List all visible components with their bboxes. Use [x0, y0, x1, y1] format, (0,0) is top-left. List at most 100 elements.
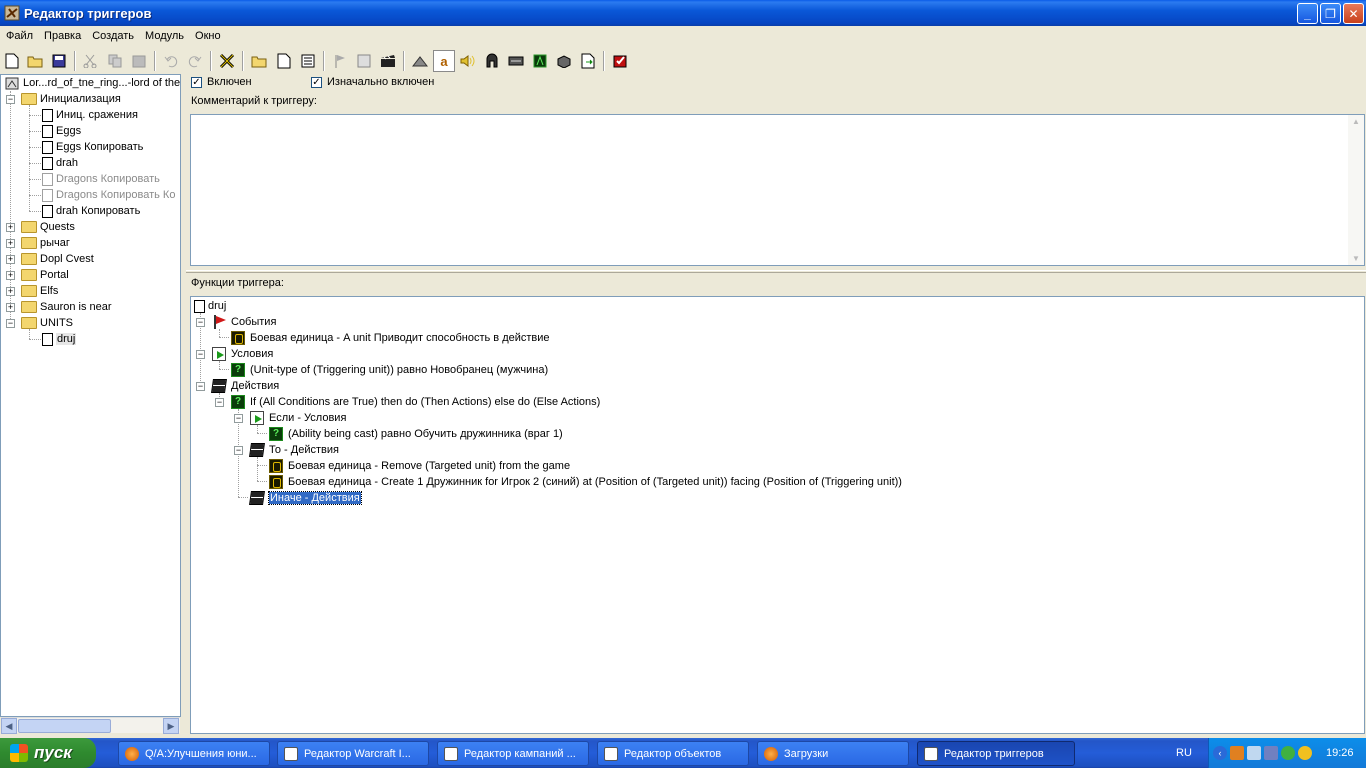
tree-trigger[interactable]: Иниц. сражения: [42, 107, 138, 123]
tree-trigger[interactable]: drah Копировать: [42, 203, 140, 219]
campaign-editor-button[interactable]: [505, 50, 527, 72]
tree-trigger[interactable]: Eggs: [42, 123, 81, 139]
new-action-button[interactable]: [377, 50, 399, 72]
terrain-editor-button[interactable]: [409, 50, 431, 72]
import-manager-button[interactable]: [577, 50, 599, 72]
comment-textarea[interactable]: ▲ ▼: [190, 114, 1365, 266]
tray-messenger-icon[interactable]: [1298, 746, 1312, 760]
collapse-toggle[interactable]: −: [196, 318, 205, 327]
start-button[interactable]: пуск: [0, 738, 96, 768]
menu-file[interactable]: Файл: [0, 30, 38, 42]
collapse-toggle[interactable]: −: [234, 414, 243, 423]
sound-editor-button[interactable]: [457, 50, 479, 72]
expand-toggle[interactable]: +: [6, 271, 15, 280]
tree-root-map[interactable]: Lor...rd_of_tne_ring...-lord of the: [5, 75, 180, 91]
tree-trigger[interactable]: drah: [42, 155, 78, 171]
if-condition-item[interactable]: ? (Ability being cast) равно Обучить друж…: [269, 426, 563, 442]
tree-trigger[interactable]: Eggs Копировать: [42, 139, 143, 155]
tree-folder[interactable]: Elfs: [21, 283, 58, 299]
paste-button[interactable]: [128, 50, 150, 72]
scroll-down-arrow[interactable]: ▼: [1352, 254, 1360, 263]
menu-create[interactable]: Создать: [86, 30, 139, 42]
if-then-else-action[interactable]: ? If (All Conditions are True) then do (T…: [231, 394, 600, 410]
pane-divider[interactable]: [186, 270, 1366, 273]
clock[interactable]: 19:26: [1326, 747, 1354, 759]
new-condition-button[interactable]: [353, 50, 375, 72]
task-warcraft-editor[interactable]: Редактор Warcraft I...: [277, 741, 429, 766]
expand-toggle[interactable]: +: [6, 303, 15, 312]
expand-toggle[interactable]: +: [6, 287, 15, 296]
initially-on-checkbox[interactable]: ✓: [311, 76, 322, 88]
scroll-left-arrow[interactable]: ◀: [1, 718, 17, 734]
then-action-item[interactable]: Боевая единица - Remove (Targeted unit) …: [269, 458, 570, 474]
undo-button[interactable]: [160, 50, 182, 72]
new-trigger-button[interactable]: [273, 50, 295, 72]
comment-scrollbar[interactable]: ▲ ▼: [1348, 115, 1364, 265]
cut-button[interactable]: [79, 50, 101, 72]
language-indicator[interactable]: RU: [1176, 738, 1192, 768]
expand-toggle[interactable]: +: [6, 223, 15, 232]
menu-window[interactable]: Окно: [189, 30, 226, 42]
task-browser-qa[interactable]: Q/A:Улучшения юни...: [118, 741, 270, 766]
tree-trigger-selected[interactable]: druj: [42, 331, 77, 347]
tree-trigger-disabled[interactable]: Dragons Копировать Ко: [42, 187, 175, 203]
if-conditions-node[interactable]: Если - Условия: [250, 410, 346, 426]
redo-button[interactable]: [184, 50, 206, 72]
copy-button[interactable]: [104, 50, 126, 72]
enabled-checkbox-row[interactable]: ✓ Включен: [191, 75, 252, 89]
tray-expand-icon[interactable]: ‹: [1213, 746, 1227, 760]
new-event-button[interactable]: [329, 50, 351, 72]
actions-node[interactable]: Действия: [211, 378, 279, 394]
events-node[interactable]: События: [212, 314, 276, 330]
collapse-toggle[interactable]: −: [6, 95, 15, 104]
tree-folder-init[interactable]: Инициализация: [21, 91, 121, 107]
event-item[interactable]: Боевая единица - A unit Приводит способн…: [231, 330, 550, 346]
collapse-toggle[interactable]: −: [6, 319, 15, 328]
tray-app-icon[interactable]: [1230, 746, 1244, 760]
collapse-toggle[interactable]: −: [215, 398, 224, 407]
save-button[interactable]: [48, 50, 70, 72]
tree-folder[interactable]: Dopl Cvest: [21, 251, 94, 267]
initially-on-checkbox-row[interactable]: ✓ Изначально включен: [311, 75, 434, 89]
scroll-thumb[interactable]: [18, 719, 111, 733]
tray-security-icon[interactable]: [1281, 746, 1295, 760]
collapse-toggle[interactable]: −: [234, 446, 243, 455]
new-comment-button[interactable]: [297, 50, 319, 72]
tray-network-icon[interactable]: [1247, 746, 1261, 760]
scroll-right-arrow[interactable]: ▶: [163, 718, 179, 734]
ai-editor-button[interactable]: [529, 50, 551, 72]
close-button[interactable]: ✕: [1343, 3, 1364, 24]
task-campaign-editor[interactable]: Редактор кампаний ...: [437, 741, 589, 766]
collapse-toggle[interactable]: −: [196, 382, 205, 391]
task-trigger-editor[interactable]: Редактор триггеров: [917, 741, 1075, 766]
tray-connection-icon[interactable]: [1264, 746, 1278, 760]
new-category-button[interactable]: [248, 50, 270, 72]
tree-folder[interactable]: Quests: [21, 219, 75, 235]
restore-button[interactable]: ❐: [1320, 3, 1341, 24]
splitter[interactable]: [181, 74, 186, 734]
conditions-node[interactable]: Условия: [212, 346, 273, 362]
enabled-checkbox[interactable]: ✓: [191, 76, 202, 88]
object-manager-button[interactable]: [553, 50, 575, 72]
expand-toggle[interactable]: +: [6, 239, 15, 248]
then-actions-node[interactable]: То - Действия: [249, 442, 339, 458]
tree-folder[interactable]: Sauron is near: [21, 299, 112, 315]
task-downloads[interactable]: Загрузки: [757, 741, 909, 766]
menu-module[interactable]: Модуль: [139, 30, 189, 42]
open-button[interactable]: [24, 50, 46, 72]
delete-button[interactable]: [216, 50, 238, 72]
else-actions-node[interactable]: Иначе - Действия: [249, 490, 362, 506]
collapse-toggle[interactable]: −: [196, 350, 205, 359]
tree-folder[interactable]: Portal: [21, 267, 69, 283]
minimize-button[interactable]: _: [1297, 3, 1318, 24]
trigger-text-button[interactable]: a: [433, 50, 455, 72]
new-map-button[interactable]: [1, 50, 23, 72]
object-editor-button[interactable]: [481, 50, 503, 72]
tree-trigger-disabled[interactable]: Dragons Копировать: [42, 171, 160, 187]
condition-item[interactable]: ? (Unit-type of (Triggering unit)) равно …: [231, 362, 548, 378]
tree-folder[interactable]: рычаг: [21, 235, 70, 251]
task-object-editor[interactable]: Редактор объектов: [597, 741, 749, 766]
menu-edit[interactable]: Правка: [38, 30, 86, 42]
test-map-button[interactable]: [609, 50, 631, 72]
tree-horizontal-scrollbar[interactable]: ◀ ▶: [1, 717, 180, 734]
